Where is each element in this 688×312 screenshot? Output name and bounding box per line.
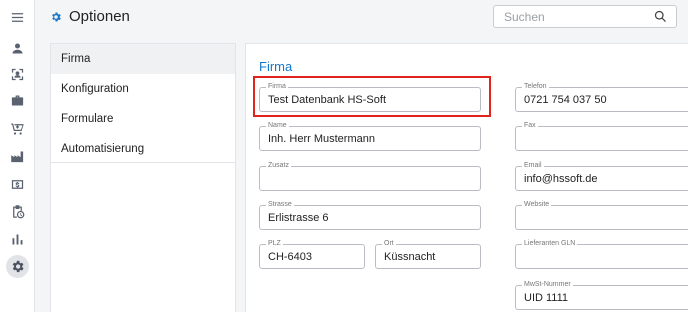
- field-value: Inh. Herr Mustermann: [268, 133, 375, 145]
- settings-gear-icon: [52, 12, 61, 21]
- top-bar: Optionen: [35, 0, 688, 36]
- dollar-icon[interactable]: [9, 176, 26, 193]
- icon-rail: [0, 0, 35, 312]
- nav-divider: [51, 162, 235, 163]
- field-value: info@hssoft.de: [524, 173, 598, 185]
- search-input[interactable]: [504, 9, 644, 25]
- field-label: Website: [522, 201, 552, 209]
- firma-field[interactable]: Firma Test Datenbank HS-Soft: [259, 83, 481, 112]
- person-icon[interactable]: [9, 40, 26, 57]
- field-label: Zusatz: [266, 162, 292, 170]
- mwst-nummer-field[interactable]: MwSt-Nummer UID 1111: [515, 281, 688, 310]
- page-header: Optionen: [50, 8, 130, 25]
- nav-item-formulare[interactable]: Formulare: [51, 104, 235, 134]
- section-title: Firma: [259, 59, 293, 74]
- nav-item-automatisierung[interactable]: Automatisierung: [51, 134, 235, 164]
- name-field[interactable]: Name Inh. Herr Mustermann: [259, 122, 481, 151]
- nav-item-konfiguration[interactable]: Konfiguration: [51, 74, 235, 104]
- field-value: Erlistrasse 6: [268, 212, 329, 224]
- website-field[interactable]: Website: [515, 201, 688, 230]
- search-box[interactable]: [493, 5, 677, 28]
- field-label: Fax: [522, 122, 538, 130]
- factory-icon[interactable]: [9, 148, 26, 165]
- zusatz-field[interactable]: Zusatz: [259, 162, 481, 191]
- field-value: 0721 754 037 50: [524, 94, 607, 106]
- gear-icon[interactable]: [6, 255, 29, 278]
- field-label: Firma: [266, 83, 288, 91]
- menu-icon[interactable]: [9, 9, 26, 26]
- field-label: Lieferanten GLN: [522, 240, 578, 248]
- field-label: Telefon: [522, 83, 549, 91]
- bar-chart-icon[interactable]: [9, 231, 26, 248]
- nav-item-firma[interactable]: Firma: [51, 44, 235, 74]
- email-field[interactable]: Email info@hssoft.de: [515, 162, 688, 191]
- company-form: Firma Firma Test Datenbank HS-Soft Name …: [245, 43, 688, 312]
- strasse-field[interactable]: Strasse Erlistrasse 6: [259, 201, 481, 230]
- settings-nav: Firma Konfiguration Formulare Automatisi…: [50, 43, 236, 312]
- field-label: Email: [522, 162, 544, 170]
- field-label: Ort: [382, 240, 396, 248]
- plz-field[interactable]: PLZ CH-6403: [259, 240, 365, 269]
- page-title: Optionen: [69, 8, 130, 25]
- field-value: Test Datenbank HS-Soft: [268, 94, 387, 106]
- lieferanten-gln-field[interactable]: Lieferanten GLN: [515, 240, 688, 269]
- telefon-field[interactable]: Telefon 0721 754 037 50: [515, 83, 688, 112]
- clipboard-clock-icon[interactable]: [9, 203, 26, 220]
- field-label: Strasse: [266, 201, 294, 209]
- briefcase-icon[interactable]: [9, 92, 26, 109]
- fax-field[interactable]: Fax: [515, 122, 688, 151]
- search-icon[interactable]: [653, 9, 668, 24]
- field-label: Name: [266, 122, 289, 130]
- field-label: MwSt-Nummer: [522, 281, 573, 289]
- cart-icon[interactable]: [9, 120, 26, 137]
- field-value: UID 1111: [524, 292, 569, 304]
- scan-icon[interactable]: [9, 66, 26, 83]
- ort-field[interactable]: Ort Küssnacht: [375, 240, 481, 269]
- field-value: CH-6403: [268, 251, 313, 263]
- field-label: PLZ: [266, 240, 283, 248]
- field-value: Küssnacht: [384, 251, 436, 263]
